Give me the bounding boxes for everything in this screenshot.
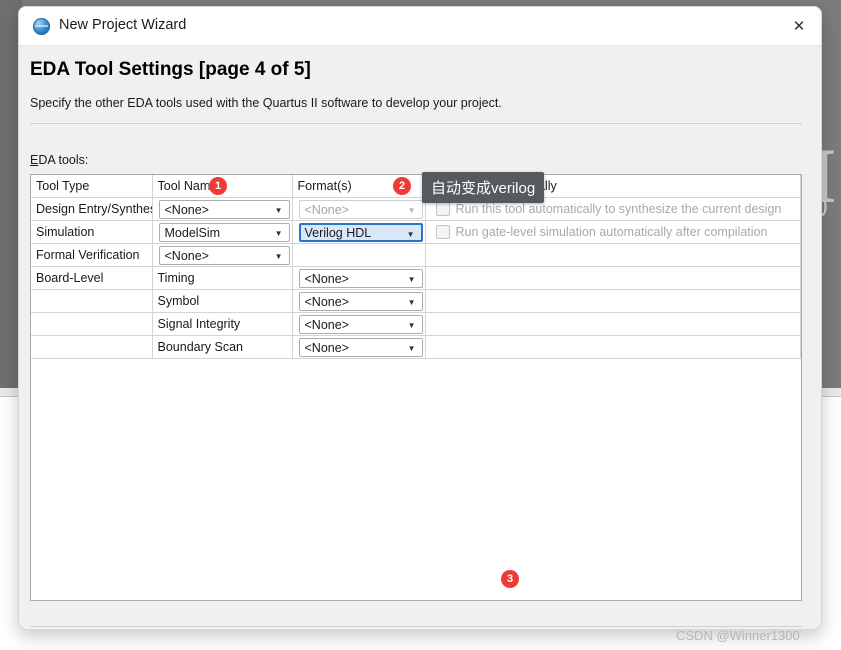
- chevron-down-icon: ▼: [407, 274, 416, 284]
- chevron-down-icon: ▼: [407, 297, 416, 307]
- format-combo-value: Verilog HDL: [304, 225, 372, 240]
- cell-format: <None> ▼: [292, 312, 426, 336]
- cell-format-empty: [292, 243, 426, 267]
- chevron-down-icon: ▼: [274, 251, 283, 261]
- annotation-badge-3: 3: [501, 570, 519, 588]
- cell-run-tool-empty: [425, 289, 801, 313]
- format-combo-design-entry[interactable]: <None> ▼: [298, 199, 423, 219]
- run-tool-checkbox-row-design-entry[interactable]: Run this tool automatically to synthesiz…: [431, 202, 800, 216]
- cell-format: <None> ▼: [292, 289, 426, 313]
- table-row: Formal Verification <None> ▼: [31, 243, 801, 267]
- run-tool-label: Run this tool automatically to synthesiz…: [455, 202, 782, 216]
- run-tool-checkbox[interactable]: [435, 202, 450, 216]
- table-row: Signal Integrity <None> ▼: [31, 312, 801, 336]
- cell-tool-name: <None> ▼: [152, 197, 293, 221]
- chevron-down-icon: ▼: [407, 320, 416, 330]
- table-row: Simulation ModelSim ▼ Verilog HDL ▼ Run …: [31, 220, 801, 244]
- tool-name-combo-simulation[interactable]: ModelSim ▼: [158, 222, 290, 242]
- format-combo-value: <None>: [304, 202, 349, 217]
- format-combo-value: <None>: [304, 271, 349, 286]
- tool-name-combo-formal-verification[interactable]: <None> ▼: [158, 245, 290, 265]
- run-tool-label: Run gate-level simulation automatically …: [455, 225, 768, 239]
- cell-tool-name-text: Signal Integrity: [152, 312, 293, 336]
- quartus-globe-icon: [33, 18, 50, 35]
- cell-tool-type: Design Entry/Synthesis: [31, 197, 153, 221]
- cell-tool-type: Board-Level: [31, 266, 153, 290]
- format-combo-signal-integrity[interactable]: <None> ▼: [298, 314, 423, 334]
- dialog-body: EDA Tool Settings [page 4 of 5] Specify …: [19, 46, 821, 629]
- eda-tools-table-container: Tool Type Tool Name Format(s) Run Tool A…: [30, 174, 802, 601]
- chevron-down-icon: ▼: [406, 229, 415, 239]
- eda-tools-table: Tool Type Tool Name Format(s) Run Tool A…: [31, 175, 801, 359]
- format-combo-value: <None>: [304, 317, 349, 332]
- tool-name-combo-value: <None>: [164, 202, 209, 217]
- format-combo-simulation[interactable]: Verilog HDL ▼: [298, 222, 423, 242]
- cell-tool-name: <None> ▼: [152, 243, 293, 267]
- cell-tool-name-text: Timing: [152, 266, 293, 290]
- format-combo-timing[interactable]: <None> ▼: [298, 268, 423, 288]
- tool-name-combo-design-entry[interactable]: <None> ▼: [158, 199, 290, 219]
- page-title: EDA Tool Settings [page 4 of 5]: [30, 59, 311, 80]
- table-header-row: Tool Type Tool Name Format(s) Run Tool A…: [31, 175, 801, 198]
- cell-tool-name-text: Boundary Scan: [152, 335, 293, 359]
- background-right-column: [820, 400, 841, 650]
- annotation-badge-2: 2: [393, 177, 411, 195]
- window-title: New Project Wizard: [59, 17, 187, 33]
- cell-tool-type: Formal Verification: [31, 243, 153, 267]
- cell-format: Verilog HDL ▼: [292, 220, 426, 244]
- eda-tools-label: EDA tools:: [30, 153, 88, 167]
- tooltip-verilog-note: 自动变成verilog: [422, 172, 545, 203]
- close-icon[interactable]: ✕: [777, 7, 821, 44]
- format-combo-value: <None>: [304, 294, 349, 309]
- cell-run-tool-empty: [425, 243, 801, 267]
- eda-tools-label-rest: DA tools:: [38, 153, 89, 167]
- cell-tool-type: [31, 312, 153, 336]
- footer-divider: [30, 626, 802, 627]
- header-divider: [30, 123, 802, 124]
- cell-format: <None> ▼: [292, 266, 426, 290]
- cell-tool-name-text: Symbol: [152, 289, 293, 313]
- title-bar: New Project Wizard ✕: [19, 7, 821, 46]
- run-tool-checkbox[interactable]: [435, 225, 450, 239]
- tool-name-combo-value: <None>: [164, 248, 209, 263]
- chevron-down-icon: ▼: [407, 343, 416, 353]
- run-tool-checkbox-row-simulation[interactable]: Run gate-level simulation automatically …: [431, 225, 800, 239]
- cell-format: <None> ▼: [292, 197, 426, 221]
- table-row: Symbol <None> ▼: [31, 289, 801, 313]
- column-header-tool-type: Tool Type: [31, 175, 153, 198]
- format-combo-value: <None>: [304, 340, 349, 355]
- page-description: Specify the other EDA tools used with th…: [30, 96, 502, 110]
- chevron-down-icon: ▼: [407, 205, 416, 215]
- annotation-badge-1: 1: [209, 177, 227, 195]
- chevron-down-icon: ▼: [274, 228, 283, 238]
- chevron-down-icon: ▼: [274, 205, 283, 215]
- cell-tool-type: Simulation: [31, 220, 153, 244]
- cell-tool-type: [31, 335, 153, 359]
- screen: II .0 New Project Wizard ✕ EDA Tool Sett…: [0, 0, 841, 650]
- cell-format: <None> ▼: [292, 335, 426, 359]
- cell-run-tool-empty: [425, 312, 801, 336]
- cell-run-tool: Run gate-level simulation automatically …: [425, 220, 801, 244]
- table-row: Design Entry/Synthesis <None> ▼ <None>: [31, 197, 801, 221]
- cell-tool-type: [31, 289, 153, 313]
- csdn-watermark: CSDN @Winner1300: [676, 628, 800, 643]
- format-combo-boundary-scan[interactable]: <None> ▼: [298, 337, 423, 357]
- cell-tool-name: ModelSim ▼: [152, 220, 293, 244]
- cell-run-tool-empty: [425, 266, 801, 290]
- cell-run-tool-empty: [425, 335, 801, 359]
- format-combo-symbol[interactable]: <None> ▼: [298, 291, 423, 311]
- eda-tools-table-body: Design Entry/Synthesis <None> ▼ <None>: [31, 197, 801, 359]
- table-row: Boundary Scan <None> ▼: [31, 335, 801, 359]
- table-row: Board-Level Timing <None> ▼: [31, 266, 801, 290]
- new-project-wizard-dialog: New Project Wizard ✕ EDA Tool Settings […: [18, 6, 822, 630]
- tool-name-combo-value: ModelSim: [164, 225, 221, 240]
